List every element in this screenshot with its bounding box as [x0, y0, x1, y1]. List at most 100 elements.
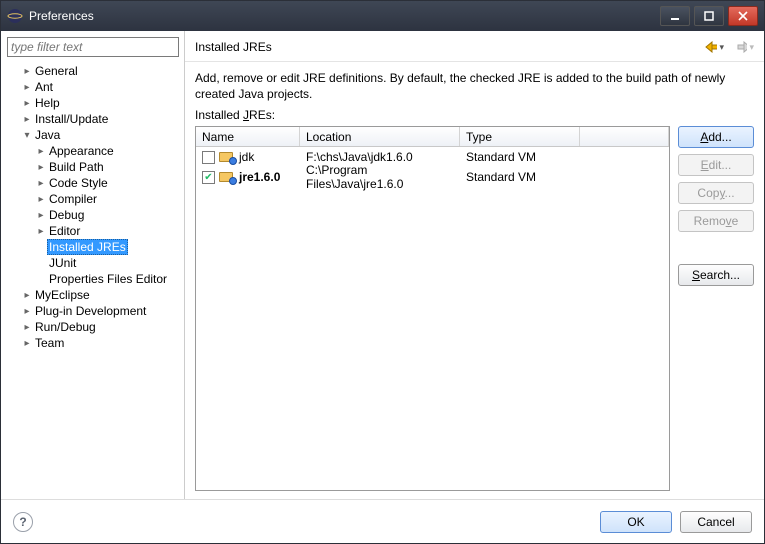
table-header: Name Location Type: [196, 127, 669, 147]
jre-folder-icon: [219, 170, 235, 184]
cell-name: jdk: [196, 150, 300, 164]
dialog-body: ▸General▸Ant▸Help▸Install/Update▾Java▸Ap…: [1, 31, 764, 543]
cell-type: Standard VM: [460, 150, 580, 164]
close-button[interactable]: [728, 6, 758, 26]
jre-checkbox[interactable]: ✔: [202, 171, 215, 184]
add-button[interactable]: Add...: [678, 126, 754, 148]
jre-folder-icon: [219, 150, 235, 164]
jre-list-label: Installed JREs:: [185, 106, 764, 126]
tree-item[interactable]: JUnit: [7, 255, 182, 271]
dropdown-caret-icon: ▾: [749, 42, 754, 53]
preferences-window: Preferences ▸General▸Ant▸Help▸Install/Up…: [0, 0, 765, 544]
table-row[interactable]: ✔jre1.6.0C:\Program Files\Java\jre1.6.0S…: [196, 167, 669, 187]
tree-item[interactable]: ▸Compiler: [7, 191, 182, 207]
tree-item-label: Help: [33, 96, 62, 110]
tree-item[interactable]: ▸Editor: [7, 223, 182, 239]
twisty-closed-icon[interactable]: ▸: [21, 338, 33, 349]
category-tree[interactable]: ▸General▸Ant▸Help▸Install/Update▾Java▸Ap…: [1, 63, 184, 499]
twisty-closed-icon[interactable]: ▸: [35, 194, 47, 205]
help-button[interactable]: ?: [13, 512, 33, 532]
tree-item[interactable]: ▸Run/Debug: [7, 319, 182, 335]
tree-item[interactable]: ▸MyEclipse: [7, 287, 182, 303]
twisty-closed-icon[interactable]: ▸: [21, 306, 33, 317]
copy-button: Copy...: [678, 182, 754, 204]
twisty-closed-icon[interactable]: ▸: [21, 114, 33, 125]
tree-item[interactable]: ▸Install/Update: [7, 111, 182, 127]
window-buttons: [660, 6, 758, 26]
column-header-name[interactable]: Name: [196, 127, 300, 146]
tree-item-label: Installed JREs: [47, 239, 128, 255]
twisty-closed-icon[interactable]: ▸: [21, 290, 33, 301]
jre-name: jdk: [239, 150, 254, 164]
tree-item-label: General: [33, 64, 80, 78]
nav-forward-button[interactable]: ▾: [734, 39, 754, 55]
tree-item-label: Editor: [47, 224, 82, 238]
tree-item-label: JUnit: [47, 256, 78, 270]
footer-buttons: OK Cancel: [600, 511, 752, 533]
titlebar: Preferences: [1, 1, 764, 31]
cancel-button[interactable]: Cancel: [680, 511, 752, 533]
tree-item[interactable]: ▸Debug: [7, 207, 182, 223]
twisty-closed-icon[interactable]: ▸: [35, 146, 47, 157]
twisty-closed-icon[interactable]: ▸: [35, 178, 47, 189]
twisty-closed-icon[interactable]: ▸: [21, 322, 33, 333]
maximize-button[interactable]: [694, 6, 724, 26]
arrow-left-icon: [704, 41, 717, 53]
tree-item-label: Java: [33, 128, 62, 142]
titlebar-left: Preferences: [7, 8, 94, 24]
dropdown-caret-icon: ▾: [719, 42, 724, 53]
minimize-icon: [670, 11, 680, 21]
twisty-closed-icon[interactable]: ▸: [21, 66, 33, 77]
search-button[interactable]: Search...: [678, 264, 754, 286]
ok-button[interactable]: OK: [600, 511, 672, 533]
cell-location: C:\Program Files\Java\jre1.6.0: [300, 163, 460, 191]
main-panel: Installed JREs ▾: [185, 31, 764, 499]
tree-item-label: Ant: [33, 80, 55, 94]
tree-item-label: Appearance: [47, 144, 116, 158]
column-header-type[interactable]: Type: [460, 127, 580, 146]
tree-item-label: Properties Files Editor: [47, 272, 169, 286]
eclipse-icon: [7, 8, 23, 24]
twisty-closed-icon[interactable]: ▸: [35, 162, 47, 173]
twisty-open-icon[interactable]: ▾: [21, 130, 33, 141]
tree-item[interactable]: ▸Team: [7, 335, 182, 351]
help-icon: ?: [19, 515, 26, 529]
tree-item[interactable]: ▾Java: [7, 127, 182, 143]
tree-item[interactable]: ▸Plug-in Development: [7, 303, 182, 319]
tree-item-label: Plug-in Development: [33, 304, 148, 318]
tree-item[interactable]: Properties Files Editor: [7, 271, 182, 287]
sidebar: ▸General▸Ant▸Help▸Install/Update▾Java▸Ap…: [1, 31, 185, 499]
column-header-location[interactable]: Location: [300, 127, 460, 146]
maximize-icon: [704, 11, 714, 21]
tree-item[interactable]: ▸Help: [7, 95, 182, 111]
grid-row: Name Location Type jdk F:\chs\Java\jdk1.6…: [185, 126, 764, 499]
twisty-closed-icon[interactable]: ▸: [21, 82, 33, 93]
minimize-button[interactable]: [660, 6, 690, 26]
twisty-closed-icon[interactable]: ▸: [35, 210, 47, 221]
window-title: Preferences: [29, 9, 94, 23]
column-header-spacer: [580, 127, 669, 146]
tree-item[interactable]: Installed JREs: [7, 239, 182, 255]
tree-item-label: Run/Debug: [33, 320, 98, 334]
tree-item-label: Debug: [47, 208, 86, 222]
tree-item-label: Build Path: [47, 160, 106, 174]
tree-item[interactable]: ▸Ant: [7, 79, 182, 95]
tree-item[interactable]: ▸General: [7, 63, 182, 79]
tree-item[interactable]: ▸Code Style: [7, 175, 182, 191]
twisty-closed-icon[interactable]: ▸: [35, 226, 47, 237]
close-icon: [738, 11, 748, 21]
filter-input[interactable]: [7, 37, 179, 57]
tree-item-label: Install/Update: [33, 112, 110, 126]
cell-location: F:\chs\Java\jdk1.6.0: [300, 150, 460, 164]
main-header: Installed JREs ▾: [185, 31, 764, 62]
tree-item[interactable]: ▸Build Path: [7, 159, 182, 175]
jre-checkbox[interactable]: [202, 151, 215, 164]
tree-item-label: Code Style: [47, 176, 110, 190]
filter-box: [1, 31, 184, 63]
tree-item[interactable]: ▸Appearance: [7, 143, 182, 159]
remove-button: Remove: [678, 210, 754, 232]
twisty-closed-icon[interactable]: ▸: [21, 98, 33, 109]
nav-back-button[interactable]: ▾: [704, 39, 724, 55]
jre-table[interactable]: Name Location Type jdk F:\chs\Java\jdk1.6…: [195, 126, 670, 491]
table-body: jdk F:\chs\Java\jdk1.6.0Standard VM ✔jre1.…: [196, 147, 669, 490]
